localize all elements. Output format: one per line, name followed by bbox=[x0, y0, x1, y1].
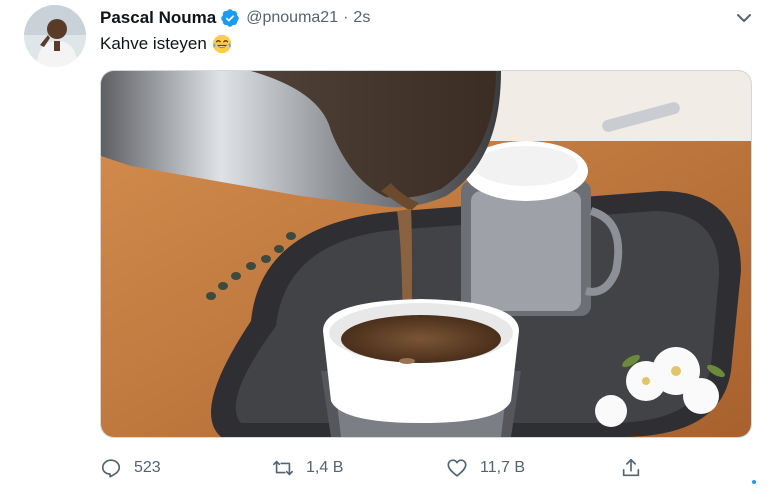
tweet-text-content: Kahve isteyen bbox=[100, 34, 207, 53]
reply-count: 523 bbox=[134, 459, 161, 476]
like-count: 11,7 B bbox=[480, 459, 526, 476]
chevron-down-icon[interactable] bbox=[732, 6, 756, 30]
verified-badge-icon bbox=[220, 8, 240, 28]
share-button[interactable] bbox=[620, 455, 642, 481]
like-button[interactable]: 11,7 B bbox=[446, 455, 525, 481]
tweet-media[interactable] bbox=[100, 70, 752, 438]
tweet-text: Kahve isteyen bbox=[100, 33, 233, 55]
share-icon bbox=[622, 458, 640, 477]
tweet-card[interactable]: Pascal Nouma @pnouma21 · 2s Kahve isteye… bbox=[0, 0, 770, 489]
heart-icon bbox=[447, 459, 467, 477]
avatar[interactable] bbox=[24, 5, 86, 67]
turkish-coffee-pouring-photo-icon bbox=[101, 71, 751, 437]
reply-icon bbox=[101, 459, 121, 478]
profile-photo-icon bbox=[24, 5, 86, 67]
reply-button[interactable]: 523 bbox=[100, 455, 161, 481]
retweet-count: 1,4 B bbox=[306, 459, 344, 476]
user-handle[interactable]: @pnouma21 bbox=[246, 9, 338, 27]
separator-dot: · bbox=[343, 9, 349, 26]
tweet-header: Pascal Nouma @pnouma21 · 2s bbox=[100, 6, 370, 30]
retweet-icon bbox=[273, 460, 293, 476]
scroll-indicator bbox=[752, 480, 756, 484]
timestamp[interactable]: 2s bbox=[353, 9, 370, 27]
tweet-actions: 523 1,4 B 11,7 B bbox=[100, 455, 660, 481]
display-name[interactable]: Pascal Nouma bbox=[100, 8, 216, 28]
face-with-tears-of-joy-icon bbox=[211, 33, 233, 55]
retweet-button[interactable]: 1,4 B bbox=[272, 455, 343, 481]
